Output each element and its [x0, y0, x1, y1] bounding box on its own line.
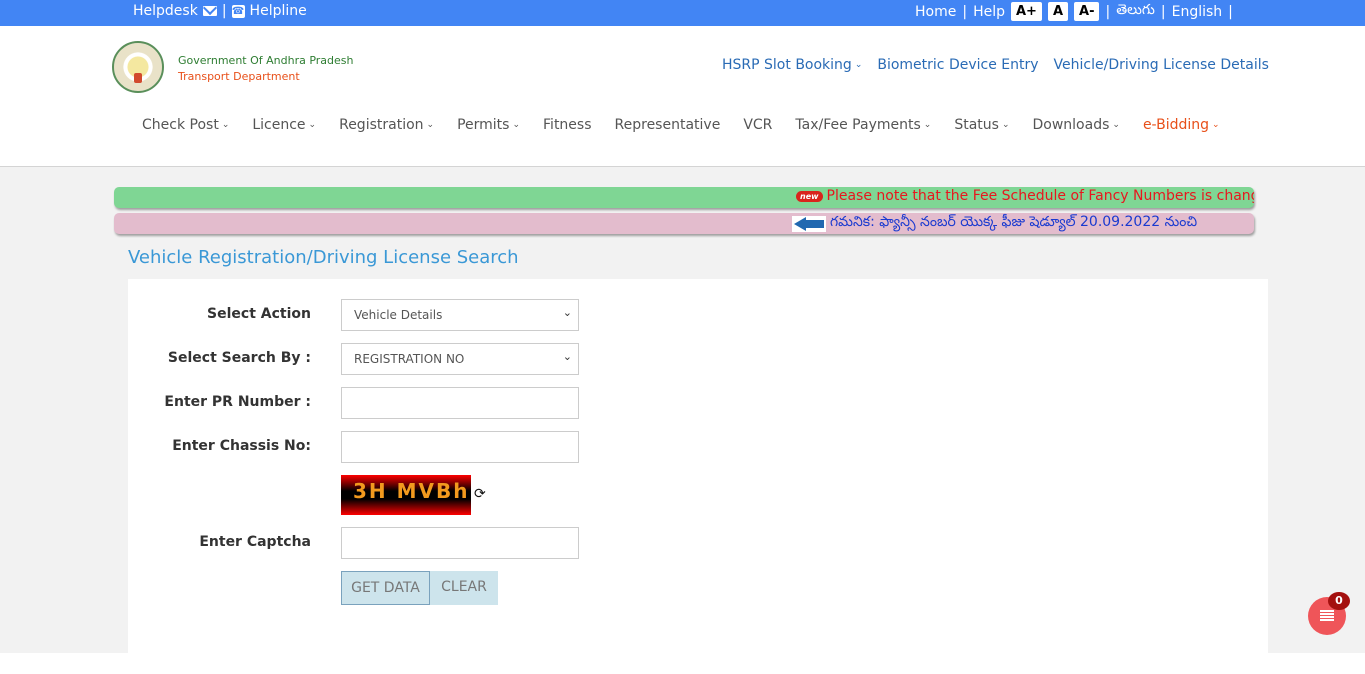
floating-list-button[interactable]: 0: [1308, 592, 1350, 635]
nav-downloads[interactable]: Downloads ⌄: [1033, 117, 1120, 133]
search-by-row: Select Search By : REGISTRATION NO ⌄: [128, 343, 588, 375]
nav-representative[interactable]: Representative: [615, 117, 721, 133]
top-link-vehicle-dl-details[interactable]: Vehicle/Driving License Details: [1054, 57, 1269, 73]
pr-number-row: Enter PR Number :: [128, 387, 588, 419]
top-links: HSRP Slot Booking ⌄ Biometric Device Entr…: [722, 57, 1269, 73]
clear-button[interactable]: CLEAR: [430, 571, 498, 605]
chevron-down-icon: ⌄: [1212, 120, 1220, 130]
site-header: Government Of Andhra Pradesh Transport D…: [0, 26, 1365, 167]
nav-check-post[interactable]: Check Post ⌄: [142, 117, 229, 133]
chevron-down-icon: ⌄: [512, 120, 521, 130]
helpdesk-link[interactable]: Helpdesk: [133, 3, 198, 19]
chevron-down-icon: ⌄: [221, 120, 230, 130]
chassis-row: Enter Chassis No:: [128, 431, 588, 463]
nav-fitness[interactable]: Fitness: [543, 117, 592, 133]
home-link[interactable]: Home: [915, 4, 956, 20]
separator: |: [962, 3, 968, 20]
notice-text-telugu: గమనిక: ఫ్యాన్సీ నంబర్ యొక్క ఫీజు షెడ్యూల…: [830, 214, 1198, 230]
top-link-hsrp-slot-booking[interactable]: HSRP Slot Booking ⌄: [722, 57, 862, 73]
chevron-down-icon: ⌄: [562, 306, 572, 319]
main-content: new Please note that the Fee Schedule of…: [0, 167, 1365, 653]
chevron-down-icon: ⌄: [923, 120, 932, 130]
chassis-input[interactable]: [341, 431, 579, 463]
captcha-row: Enter Captcha: [128, 527, 588, 559]
new-badge-icon: new: [796, 190, 823, 202]
list-icon: [1320, 610, 1334, 621]
language-english-link[interactable]: English: [1172, 4, 1223, 20]
select-action-row: Select Action Vehicle Details ⌄: [128, 299, 588, 331]
chevron-down-icon: ⌄: [1112, 120, 1120, 130]
top-bar: Helpdesk | ☎ Helpline Home | Help A+ A A…: [0, 0, 1365, 26]
top-link-biometric-device-entry[interactable]: Biometric Device Entry: [877, 57, 1038, 73]
helpline-link[interactable]: Helpline: [250, 3, 307, 19]
captcha-text: 3H MVBh: [353, 479, 470, 503]
select-action-dropdown[interactable]: Vehicle Details ⌄: [341, 299, 579, 331]
nav-label: Tax/Fee Payments: [795, 117, 921, 133]
top-link-label: HSRP Slot Booking: [722, 57, 852, 73]
chevron-down-icon: ⌄: [426, 120, 435, 130]
phone-icon[interactable]: ☎: [231, 4, 245, 18]
select-action-label: Select Action: [207, 306, 311, 322]
select-action-value: Vehicle Details: [354, 308, 443, 322]
get-data-button[interactable]: GET DATA: [341, 571, 430, 605]
envelope-icon[interactable]: [202, 6, 217, 16]
search-by-dropdown[interactable]: REGISTRATION NO ⌄: [341, 343, 579, 375]
main-nav: Check Post ⌄ Licence ⌄ Registration ⌄ Permi…: [142, 117, 1243, 133]
chevron-down-icon: ⌄: [854, 60, 863, 70]
chevron-down-icon: ⌄: [1001, 120, 1010, 130]
govt-emblem-logo[interactable]: [112, 41, 164, 93]
separator: |: [1228, 3, 1233, 20]
notice-marquee-english[interactable]: new Please note that the Fee Schedule of…: [114, 187, 1254, 208]
font-decrease-button[interactable]: A-: [1074, 2, 1100, 21]
pr-number-label: Enter PR Number :: [164, 394, 311, 410]
font-normal-button[interactable]: A: [1047, 2, 1069, 21]
nav-label: Status: [954, 117, 999, 133]
chevron-down-icon: ⌄: [562, 350, 572, 363]
dept-name: Transport Department: [178, 70, 300, 83]
help-link[interactable]: Help: [973, 4, 1005, 20]
nav-registration[interactable]: Registration ⌄: [339, 117, 434, 133]
count-badge: 0: [1328, 592, 1350, 610]
captcha-image: 3H MVBh: [341, 475, 471, 515]
nav-licence[interactable]: Licence ⌄: [252, 117, 316, 133]
nav-label: Registration: [339, 117, 424, 133]
refresh-captcha-icon[interactable]: ⟳: [474, 486, 486, 502]
pr-number-input[interactable]: [341, 387, 579, 419]
nav-label: e-Bidding: [1142, 117, 1210, 133]
font-increase-button[interactable]: A+: [1010, 2, 1042, 21]
separator: |: [221, 3, 227, 19]
nav-e-bidding[interactable]: e-Bidding ⌄: [1143, 117, 1220, 133]
language-telugu-link[interactable]: తెలుగు: [1116, 2, 1155, 21]
captcha-label: Enter Captcha: [199, 534, 311, 550]
chassis-label: Enter Chassis No:: [172, 438, 311, 454]
search-by-value: REGISTRATION NO: [354, 352, 465, 366]
nav-vcr[interactable]: VCR: [743, 117, 772, 133]
nav-label: Licence: [252, 117, 306, 133]
nav-label: Check Post: [142, 117, 219, 133]
separator: |: [1160, 3, 1166, 20]
nav-status[interactable]: Status ⌄: [954, 117, 1009, 133]
search-by-label: Select Search By :: [167, 350, 311, 366]
nav-label: Permits: [457, 117, 510, 133]
nav-label: Downloads: [1032, 117, 1110, 133]
org-name: Government Of Andhra Pradesh: [178, 54, 354, 67]
separator: |: [1105, 3, 1111, 20]
arrow-left-icon: [792, 215, 826, 232]
notice-text-english: Please note that the Fee Schedule of Fan…: [826, 188, 1254, 204]
captcha-input[interactable]: [341, 527, 579, 559]
notice-marquee-telugu[interactable]: గమనిక: ఫ్యాన్సీ నంబర్ యొక్క ఫీజు షెడ్యూల…: [114, 213, 1254, 234]
nav-tax-fee-payments[interactable]: Tax/Fee Payments ⌄: [795, 117, 931, 133]
page-title: Vehicle Registration/Driving License Sea…: [128, 247, 519, 268]
search-form-panel: Select Action Vehicle Details ⌄ Select S…: [128, 279, 1268, 653]
chevron-down-icon: ⌄: [308, 120, 317, 130]
nav-permits[interactable]: Permits ⌄: [457, 117, 520, 133]
